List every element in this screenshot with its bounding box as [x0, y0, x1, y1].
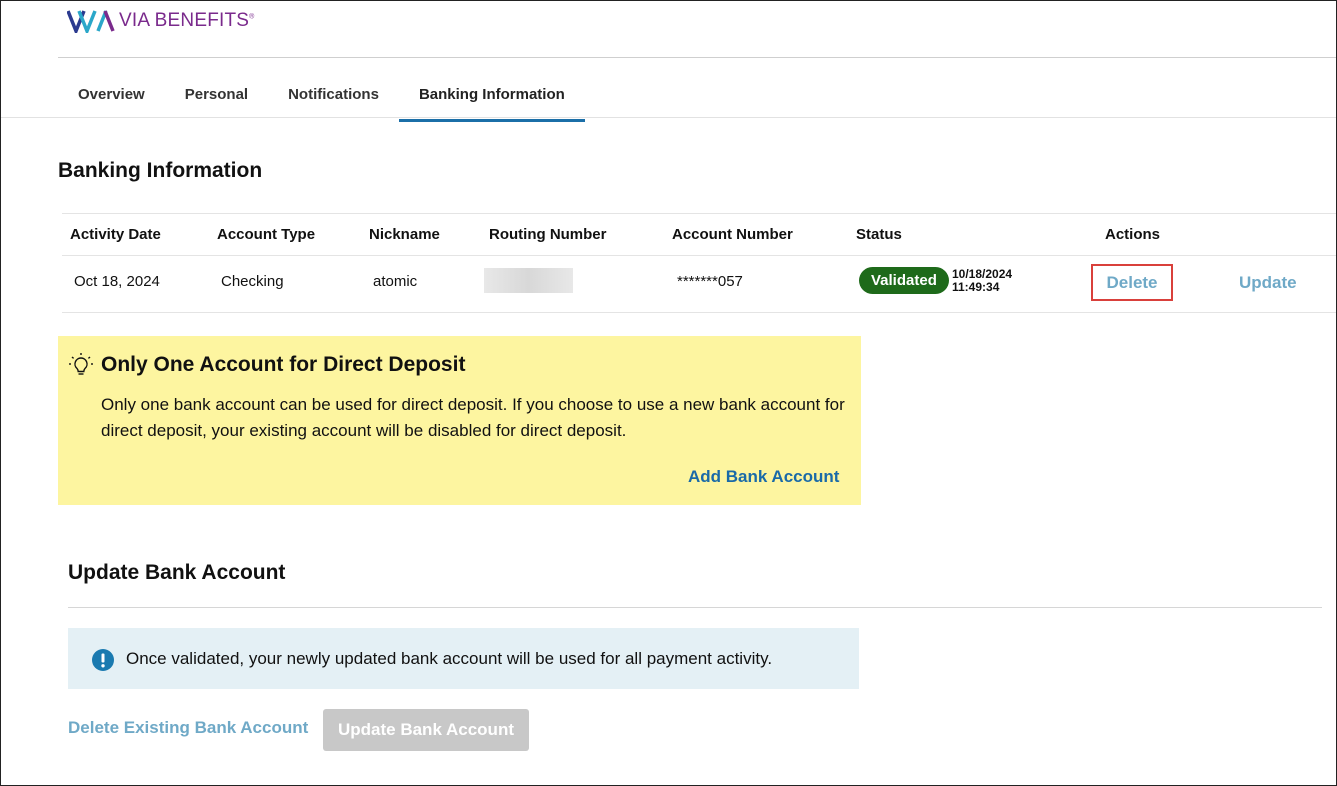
tab-bar: Overview Personal Notifications Banking … [58, 73, 585, 122]
tabs-divider [1, 117, 1336, 118]
tab-banking-information[interactable]: Banking Information [398, 73, 585, 122]
info-text: Once validated, your newly updated bank … [126, 649, 773, 668]
tab-personal[interactable]: Personal [165, 73, 268, 119]
via-benefits-logo[interactable]: VIA BENEFITS® [67, 9, 255, 33]
update-button[interactable]: Update [1239, 273, 1297, 293]
col-activity-date: Activity Date [70, 226, 161, 243]
table-row: Oct 18, 2024 Checking atomic *******057 … [62, 256, 1336, 313]
bank-accounts-table: Activity Date Account Type Nickname Rout… [62, 213, 1336, 313]
brand-name: VIA BENEFITS® [119, 10, 255, 31]
col-account-type: Account Type [217, 226, 316, 243]
page-frame: VIA BENEFITS® Overview Personal Notifica… [0, 0, 1337, 786]
exclamation-circle-icon [92, 649, 114, 671]
col-account-number: Account Number [672, 226, 793, 243]
add-bank-account-link[interactable]: Add Bank Account [688, 467, 839, 487]
table-header: Activity Date Account Type Nickname Rout… [62, 213, 1336, 256]
activity-date: Oct 18, 2024 [74, 273, 160, 290]
col-status: Status [856, 226, 902, 243]
nickname: atomic [373, 273, 418, 290]
account-number: *******057 [677, 273, 743, 290]
via-logo-mark-icon [67, 10, 115, 33]
status-badge: Validated [859, 267, 949, 294]
account-type: Checking [221, 273, 284, 290]
header-divider [58, 57, 1336, 58]
tab-overview[interactable]: Overview [58, 73, 165, 119]
notice-body: Only one bank account can be used for di… [101, 395, 845, 440]
status-timestamp: 10/18/2024 11:49:34 [952, 268, 1012, 294]
update-section-title: Update Bank Account [68, 561, 286, 584]
col-routing-number: Routing Number [489, 226, 607, 243]
notice-title: Only One Account for Direct Deposit [101, 353, 466, 376]
info-banner: Once validated, your newly updated bank … [68, 628, 859, 689]
lightbulb-icon [69, 353, 93, 375]
update-divider [68, 607, 1322, 608]
col-nickname: Nickname [369, 226, 440, 243]
tab-notifications[interactable]: Notifications [268, 73, 399, 119]
col-actions: Actions [1105, 226, 1161, 243]
direct-deposit-notice: Only One Account for Direct Deposit Only… [58, 336, 861, 505]
routing-number-redacted [484, 268, 573, 293]
update-bank-account-button[interactable]: Update Bank Account [323, 709, 529, 751]
delete-button[interactable]: Delete [1091, 264, 1173, 301]
page-title: Banking Information [58, 159, 263, 182]
status-time: 11:49:34 [952, 280, 1000, 294]
delete-existing-bank-account-link[interactable]: Delete Existing Bank Account [68, 718, 308, 738]
